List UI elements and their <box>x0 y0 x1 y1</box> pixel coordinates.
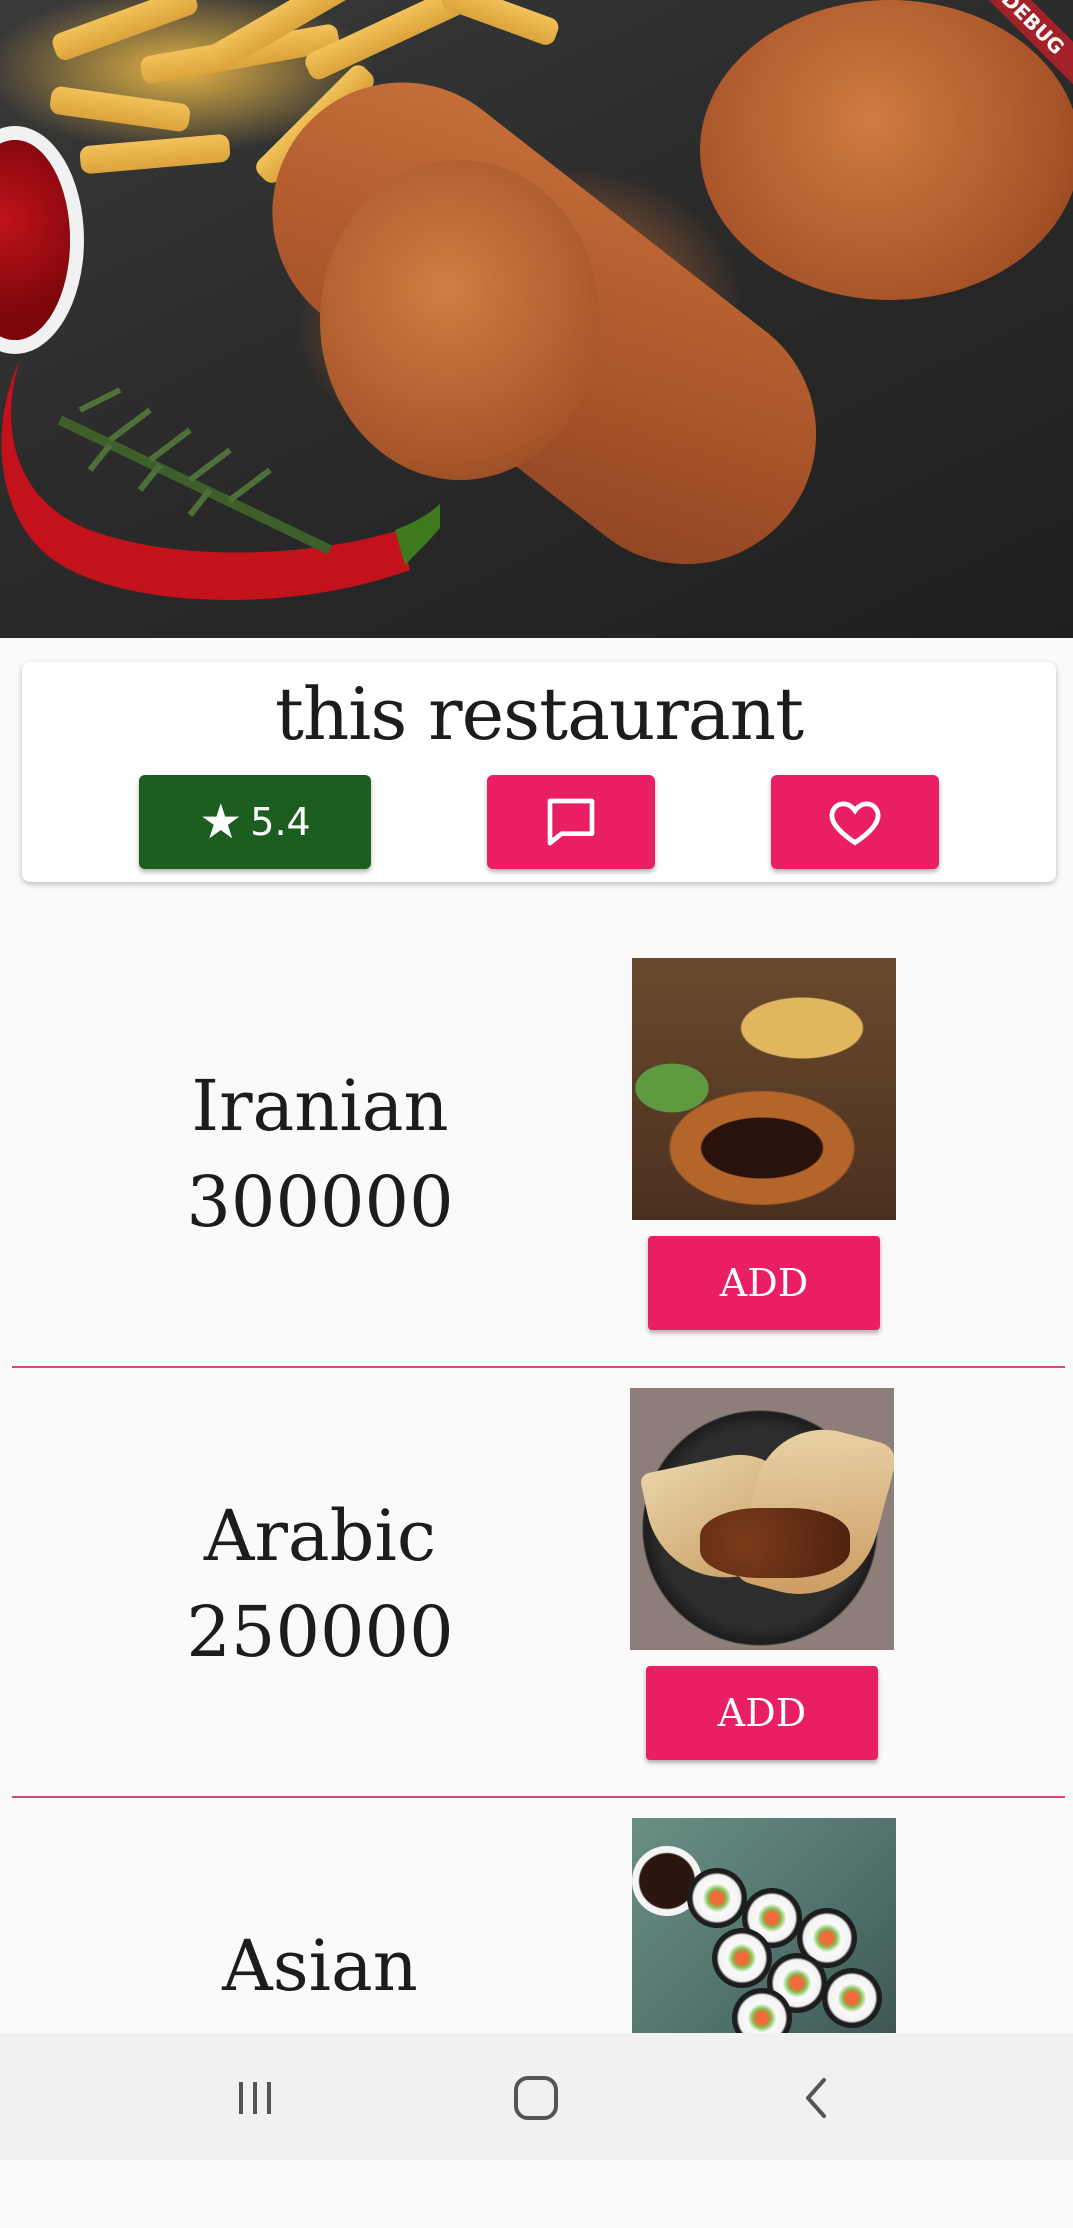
restaurant-title: this restaurant <box>274 672 804 756</box>
menu-item-image <box>630 1388 894 1650</box>
rating-value: 5.4 <box>250 800 311 844</box>
menu-item-name: Iranian <box>191 1065 449 1147</box>
home-icon <box>514 2076 558 2120</box>
back-button[interactable] <box>783 2063 853 2133</box>
favorite-button[interactable] <box>771 775 939 869</box>
menu-item-price: 300000 <box>186 1161 454 1243</box>
menu-item-info: Iranian 300000 <box>120 1058 520 1250</box>
home-button[interactable] <box>501 2063 571 2133</box>
heart-icon <box>829 801 881 846</box>
menu-item-info: Arabic 250000 <box>120 1488 520 1680</box>
menu-item: Asian <box>0 1798 1073 2228</box>
recent-apps-button[interactable] <box>220 2063 290 2133</box>
comment-button[interactable] <box>487 775 655 869</box>
restaurant-card: this restaurant ★ 5.4 <box>22 662 1056 882</box>
menu-item: Iranian 300000 ADD <box>0 938 1073 1368</box>
menu-item-name: Arabic <box>203 1495 437 1577</box>
menu-item-image <box>632 958 896 1220</box>
add-button[interactable]: ADD <box>648 1236 880 1330</box>
star-icon: ★ <box>199 794 243 850</box>
recent-apps-icon <box>239 2082 271 2114</box>
menu-item-name: Asian <box>222 1925 418 2007</box>
chili-pepper <box>1 360 440 600</box>
navigation-bar <box>0 2033 1073 2160</box>
back-icon <box>806 2078 826 2118</box>
add-button[interactable]: ADD <box>646 1666 878 1760</box>
menu-item: Arabic 250000 ADD <box>0 1368 1073 1798</box>
comment-icon <box>547 798 595 846</box>
rating-button[interactable]: ★ 5.4 <box>139 775 371 869</box>
menu-item-info: Asian <box>120 1918 520 2014</box>
hero-image: DEBUG <box>0 0 1073 638</box>
chicken-drumstick <box>700 0 1073 300</box>
menu-item-price: 250000 <box>186 1591 454 1673</box>
